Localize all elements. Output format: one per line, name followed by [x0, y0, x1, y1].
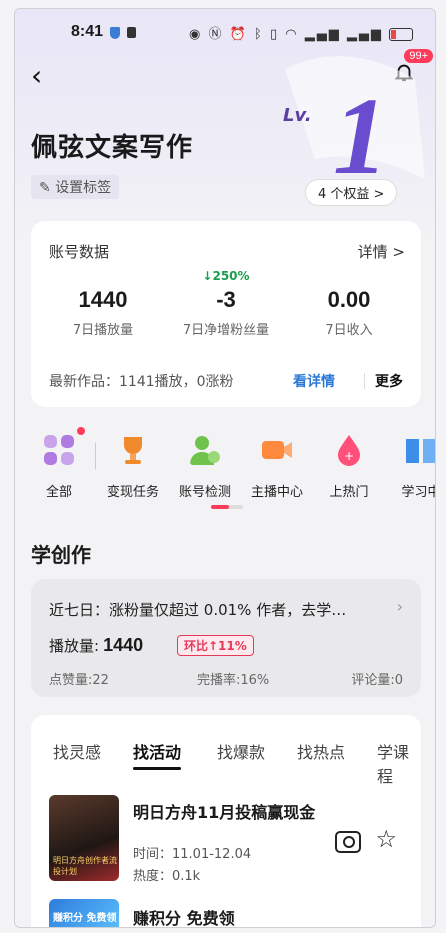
stat-value: 1440 — [78, 287, 128, 312]
shortcut-row: 全部 变现任务 账号检测 主播中心 + 上热门 学习 — [15, 427, 435, 500]
stat-value: -3 — [216, 287, 236, 312]
svg-text:+: + — [344, 449, 354, 463]
vibrate-icon: ▯ — [269, 27, 280, 42]
bluetooth-icon: ᛒ — [253, 27, 264, 42]
play-value: 1440 — [103, 635, 144, 655]
shortcut-label: 上热门 — [329, 485, 369, 500]
shortcut-trending[interactable]: + 上热门 — [313, 433, 385, 500]
battery-icon — [389, 28, 413, 41]
new-dot — [77, 427, 85, 435]
activity-thumbnail: 赚积分 免费领 — [49, 899, 119, 927]
tab-courses[interactable]: 学课程 — [377, 739, 421, 787]
account-data-title: 账号数据 — [49, 243, 110, 261]
activity-time: 时间：11.01-12.04 — [133, 847, 252, 862]
stat-delta: ↓250% — [202, 269, 250, 283]
lock-icon — [127, 27, 136, 38]
back-chevron-icon[interactable]: ‹ — [31, 59, 42, 92]
ring-growth-badge: 环比↑11% — [177, 635, 254, 656]
see-detail-link[interactable]: 看详情 — [293, 371, 335, 391]
section-title: 学创作 — [31, 543, 91, 567]
activity-item[interactable]: 赚积分 免费领 赚积分 免费领 — [49, 899, 409, 928]
shortcut-label: 学习中 — [401, 485, 435, 500]
activity-heat: 热度：0.1k — [133, 869, 201, 884]
learn-card[interactable]: 近七日：涨粉量仅超过 0.01% 作者，去学… › 播放量: 1440 环比↑11… — [31, 579, 421, 697]
shortcut-learning[interactable]: 学习中 — [385, 433, 435, 500]
shortcut-monetize[interactable]: 变现任务 — [97, 433, 169, 500]
rights-button[interactable]: 4 个权益 > — [305, 179, 398, 206]
stat-fans[interactable]: ↓250% -3 7日净增粉丝量 — [166, 269, 286, 338]
level-number: 1 — [333, 75, 388, 197]
divider — [364, 373, 365, 389]
latest-work-summary: 最新作品：1141播放，0涨粉 — [49, 374, 234, 390]
completion-metric: 完播率:16% — [197, 673, 270, 688]
signal-icon: ▂▄▆ — [346, 27, 383, 42]
play-label: 播放量: — [49, 637, 100, 655]
shortcut-account-check[interactable]: 账号检测 — [169, 433, 241, 500]
trophy-icon — [124, 437, 142, 464]
account-name: 佩弦文案写作 — [31, 133, 194, 163]
camera-icon[interactable] — [335, 831, 361, 853]
eye-icon: ◉ — [189, 27, 203, 42]
status-bar: 8:41 ◉ Ⓝ ⏰ ᛒ ▯ ◠ ▂▄▆ ▂▄▆ — [15, 23, 435, 49]
thumbnail-caption: 赚积分 免费领 — [53, 913, 117, 924]
activity-title: 明日方舟11月投稿赢现金 — [133, 803, 316, 822]
grid-icon — [44, 435, 74, 465]
video-camera-icon — [262, 441, 292, 459]
likes-metric: 点赞量:22 — [49, 673, 109, 688]
learn-summary: 近七日：涨粉量仅超过 0.01% 作者，去学… — [49, 601, 347, 619]
alarm-icon: ⏰ — [229, 27, 248, 42]
signal-icon: ▂▄▆ — [304, 27, 341, 42]
set-tag-label: 设置标签 — [55, 180, 112, 196]
shortcut-streamer[interactable]: 主播中心 — [241, 433, 313, 500]
person-check-icon — [190, 436, 220, 465]
divider — [95, 443, 96, 469]
tab-activities[interactable]: 找活动 — [133, 739, 182, 770]
shortcut-label: 变现任务 — [106, 485, 159, 500]
flame-drop-icon: + — [338, 435, 360, 466]
star-icon[interactable]: ☆ — [375, 825, 397, 853]
stat-income[interactable]: 0.00 7日收入 — [289, 277, 409, 338]
activity-thumbnail: 明日方舟创作者流投计划 — [49, 795, 119, 881]
more-link[interactable]: 更多 — [375, 371, 403, 391]
play-count: 播放量: 1440 — [49, 635, 143, 656]
tab-hits[interactable]: 找爆款 — [217, 739, 265, 763]
set-tag-button[interactable]: ✎ 设置标签 — [31, 175, 120, 199]
nfc-icon: Ⓝ — [208, 27, 224, 42]
activity-item[interactable]: 明日方舟创作者流投计划 明日方舟11月投稿赢现金 时间：11.01-12.04 … — [49, 795, 409, 885]
shortcut-label: 主播中心 — [250, 485, 303, 500]
shortcut-label: 全部 — [45, 485, 72, 500]
account-detail-link[interactable]: 详情 > — [358, 241, 405, 262]
discover-card: 找灵感 找活动 找爆款 找热点 学课程 明日方舟创作者流投计划 明日方舟11月投… — [31, 715, 421, 928]
pencil-icon: ✎ — [39, 180, 51, 196]
shortcut-label: 账号检测 — [178, 485, 231, 500]
chevron-right-icon: › — [396, 597, 403, 616]
comments-metric: 评论量:0 — [351, 673, 403, 688]
account-data-card: 账号数据 详情 > 1440 7日播放量 ↓250% -3 7日净增粉丝量 0.… — [31, 221, 421, 407]
stat-label: 7日收入 — [325, 323, 373, 338]
wifi-icon: ◠ — [285, 27, 299, 42]
shortcut-pager — [211, 505, 243, 509]
stat-play[interactable]: 1440 7日播放量 — [43, 277, 163, 338]
shield-icon — [110, 27, 120, 39]
tab-hot[interactable]: 找热点 — [297, 739, 345, 763]
app-frame: 8:41 ◉ Ⓝ ⏰ ᛒ ▯ ◠ ▂▄▆ ▂▄▆ ‹ 99+ Lv. 1 佩弦文… — [14, 8, 436, 928]
stat-label: 7日净增粉丝量 — [182, 323, 270, 338]
status-icons: ◉ Ⓝ ⏰ ᛒ ▯ ◠ ▂▄▆ ▂▄▆ — [189, 23, 413, 42]
tab-inspiration[interactable]: 找灵感 — [53, 739, 101, 763]
status-time: 8:41 — [71, 23, 104, 40]
level-prefix: Lv. — [283, 105, 312, 126]
stat-label: 7日播放量 — [72, 323, 134, 338]
activity-title: 赚积分 免费领 — [133, 909, 235, 928]
book-icon — [406, 439, 435, 463]
shortcut-all[interactable]: 全部 — [23, 427, 95, 500]
thumbnail-caption: 明日方舟创作者流投计划 — [53, 856, 117, 876]
stat-value: 0.00 — [327, 287, 371, 312]
